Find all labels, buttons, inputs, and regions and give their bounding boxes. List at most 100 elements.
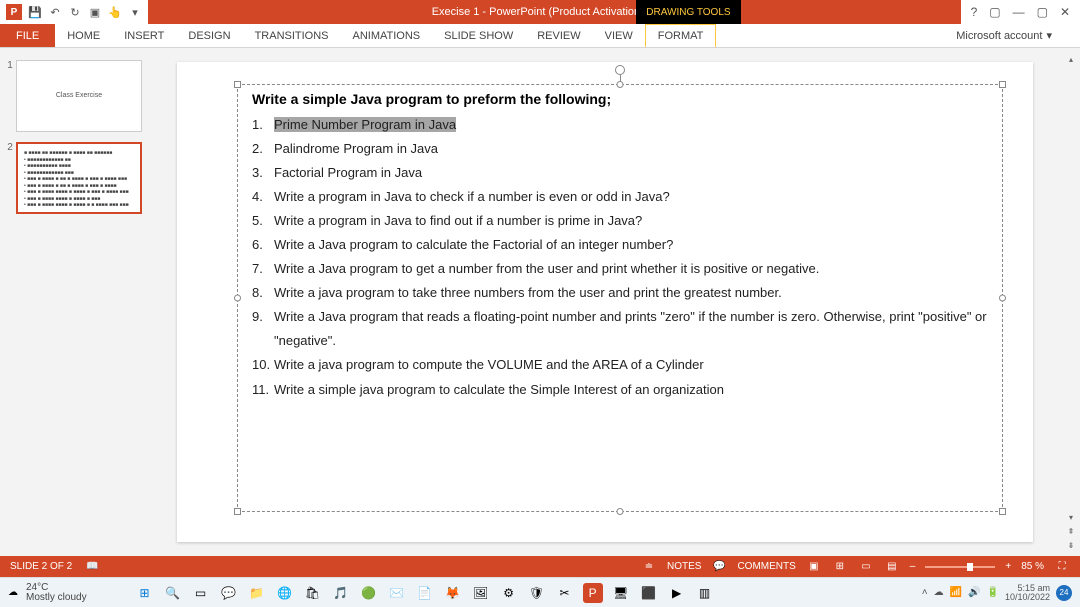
- vertical-scrollbar[interactable]: ▴ ▾ ⇞ ⇟: [1062, 48, 1080, 556]
- list-item[interactable]: Write a Java program to calculate the Fa…: [252, 233, 988, 257]
- search-icon[interactable]: 🔍: [163, 583, 183, 603]
- photos-icon[interactable]: 🖼: [471, 583, 491, 603]
- list-item[interactable]: Write a java program to take three numbe…: [252, 281, 988, 305]
- slide-canvas-area[interactable]: Write a simple Java program to preform t…: [148, 48, 1062, 556]
- list-item[interactable]: Factorial Program in Java: [252, 161, 988, 185]
- edge-icon[interactable]: 🌐: [275, 583, 295, 603]
- thumbnail-row[interactable]: 1 Class Exercise: [0, 58, 148, 140]
- resize-handle[interactable]: [617, 508, 624, 515]
- snip-icon[interactable]: ✂: [555, 583, 575, 603]
- redo-icon[interactable]: ↻: [68, 5, 82, 19]
- maximize-icon[interactable]: ▢: [1037, 5, 1048, 19]
- scroll-up-icon[interactable]: ▴: [1064, 52, 1078, 66]
- windows-taskbar[interactable]: ☁ 24°C Mostly cloudy ⊞ 🔍 ▭ 💬 📁 🌐 🛍 🎵 🟢 ✉…: [0, 577, 1080, 607]
- resize-handle[interactable]: [234, 81, 241, 88]
- task-view-icon[interactable]: ▭: [191, 583, 211, 603]
- list-item[interactable]: Prime Number Program in Java: [252, 113, 988, 137]
- next-slide-icon[interactable]: ⇟: [1064, 538, 1078, 552]
- zoom-level[interactable]: 85 %: [1021, 561, 1044, 572]
- volume-icon[interactable]: 🔊: [968, 587, 980, 598]
- list-item[interactable]: Write a Java program to get a number fro…: [252, 257, 988, 281]
- slide-list[interactable]: Prime Number Program in Java Palindrome …: [252, 113, 988, 402]
- account-label[interactable]: Microsoft account ▾: [956, 24, 1080, 47]
- settings-icon[interactable]: ⚙: [499, 583, 519, 603]
- zoom-in[interactable]: +: [1005, 561, 1011, 572]
- resize-handle[interactable]: [617, 81, 624, 88]
- rotate-handle-icon[interactable]: [615, 65, 625, 75]
- notification-badge[interactable]: 24: [1056, 585, 1072, 601]
- list-item[interactable]: Write a java program to compute the VOLU…: [252, 353, 988, 377]
- slide-heading[interactable]: Write a simple Java program to preform t…: [252, 91, 988, 107]
- tiktok-icon[interactable]: 🎵: [331, 583, 351, 603]
- slideshow-view-icon[interactable]: ▤: [884, 561, 900, 573]
- resize-handle[interactable]: [234, 508, 241, 515]
- qat-customize-icon[interactable]: ▾: [128, 5, 142, 19]
- reading-view-icon[interactable]: ▭: [858, 561, 874, 573]
- tab-review[interactable]: REVIEW: [525, 24, 592, 47]
- tab-design[interactable]: DESIGN: [176, 24, 242, 47]
- comments-icon[interactable]: 💬: [711, 561, 727, 573]
- file-explorer-icon[interactable]: 📁: [247, 583, 267, 603]
- thumbnail-pane[interactable]: 1 Class Exercise 2 ■ ■■■■ ■■ ■■■■■■ ■ ■■…: [0, 48, 148, 556]
- sorter-view-icon[interactable]: ⊞: [832, 561, 848, 573]
- app-icon[interactable]: ▥: [695, 583, 715, 603]
- tab-file[interactable]: FILE: [0, 24, 55, 47]
- touch-mode-icon[interactable]: 👆: [108, 5, 122, 19]
- close-icon[interactable]: ✕: [1060, 5, 1070, 19]
- slide-counter[interactable]: SLIDE 2 OF 2: [10, 561, 72, 572]
- tab-format[interactable]: FORMAT: [645, 24, 717, 47]
- weather-icon[interactable]: ☁: [8, 587, 18, 598]
- mail-icon[interactable]: ✉️: [387, 583, 407, 603]
- zoom-slider[interactable]: [925, 566, 995, 568]
- thumbnail-slide-1[interactable]: Class Exercise: [16, 60, 142, 132]
- office-icon[interactable]: 📄: [415, 583, 435, 603]
- terminal-icon[interactable]: ▶: [667, 583, 687, 603]
- normal-view-icon[interactable]: ▣: [806, 561, 822, 573]
- list-item[interactable]: Write a simple java program to calculate…: [252, 378, 988, 402]
- resize-handle[interactable]: [999, 81, 1006, 88]
- minimize-icon[interactable]: —: [1013, 5, 1025, 19]
- comments-button[interactable]: COMMENTS: [737, 561, 795, 572]
- powerpoint-task-icon[interactable]: P: [583, 583, 603, 603]
- onedrive-icon[interactable]: ☁: [934, 587, 944, 598]
- resize-handle[interactable]: [999, 508, 1006, 515]
- tab-home[interactable]: HOME: [55, 24, 112, 47]
- firefox-icon[interactable]: 🦊: [443, 583, 463, 603]
- tray-chevron-icon[interactable]: ˄: [922, 587, 928, 598]
- thumbnail-row[interactable]: 2 ■ ■■■■ ■■ ■■■■■■ ■ ■■■■ ■■ ■■■■■■ • ■■…: [0, 140, 148, 222]
- store-icon[interactable]: 🛍: [303, 583, 323, 603]
- fit-to-window-icon[interactable]: ⛶: [1054, 561, 1070, 573]
- list-item[interactable]: Write a program in Java to find out if a…: [252, 209, 988, 233]
- slideshow-icon[interactable]: ▣: [88, 5, 102, 19]
- list-item[interactable]: Palindrome Program in Java: [252, 137, 988, 161]
- resize-handle[interactable]: [999, 295, 1006, 302]
- brave-icon[interactable]: 🛡: [527, 583, 547, 603]
- battery-icon[interactable]: 🔋: [987, 587, 999, 598]
- slide[interactable]: Write a simple Java program to preform t…: [177, 62, 1033, 542]
- wifi-icon[interactable]: 📶: [950, 587, 962, 598]
- notes-icon[interactable]: ≐: [641, 561, 657, 573]
- list-item[interactable]: Write a program in Java to check if a nu…: [252, 185, 988, 209]
- tab-insert[interactable]: INSERT: [112, 24, 176, 47]
- notes-button[interactable]: NOTES: [667, 561, 701, 572]
- clock[interactable]: 5:15 am 10/10/2022: [1005, 584, 1050, 602]
- tab-view[interactable]: VIEW: [593, 24, 645, 47]
- chrome-icon[interactable]: 🟢: [359, 583, 379, 603]
- list-item[interactable]: Write a Java program that reads a floati…: [252, 305, 988, 353]
- start-icon[interactable]: ⊞: [135, 583, 155, 603]
- tab-transitions[interactable]: TRANSITIONS: [243, 24, 341, 47]
- help-icon[interactable]: ?: [971, 5, 978, 19]
- tab-animations[interactable]: ANIMATIONS: [341, 24, 433, 47]
- zoom-out[interactable]: –: [910, 561, 916, 572]
- content-textbox[interactable]: Write a simple Java program to preform t…: [237, 84, 1003, 512]
- chat-icon[interactable]: 💬: [219, 583, 239, 603]
- highlighted-text[interactable]: Prime Number Program in Java: [274, 117, 456, 132]
- undo-icon[interactable]: ↶: [48, 5, 62, 19]
- resize-handle[interactable]: [234, 295, 241, 302]
- tab-slideshow[interactable]: SLIDE SHOW: [432, 24, 525, 47]
- screenshot-app-icon[interactable]: 🖥: [611, 583, 631, 603]
- save-icon[interactable]: 💾: [28, 5, 42, 19]
- ribbon-options-icon[interactable]: ▢: [989, 5, 1000, 19]
- scroll-down-icon[interactable]: ▾: [1064, 510, 1078, 524]
- prev-slide-icon[interactable]: ⇞: [1064, 524, 1078, 538]
